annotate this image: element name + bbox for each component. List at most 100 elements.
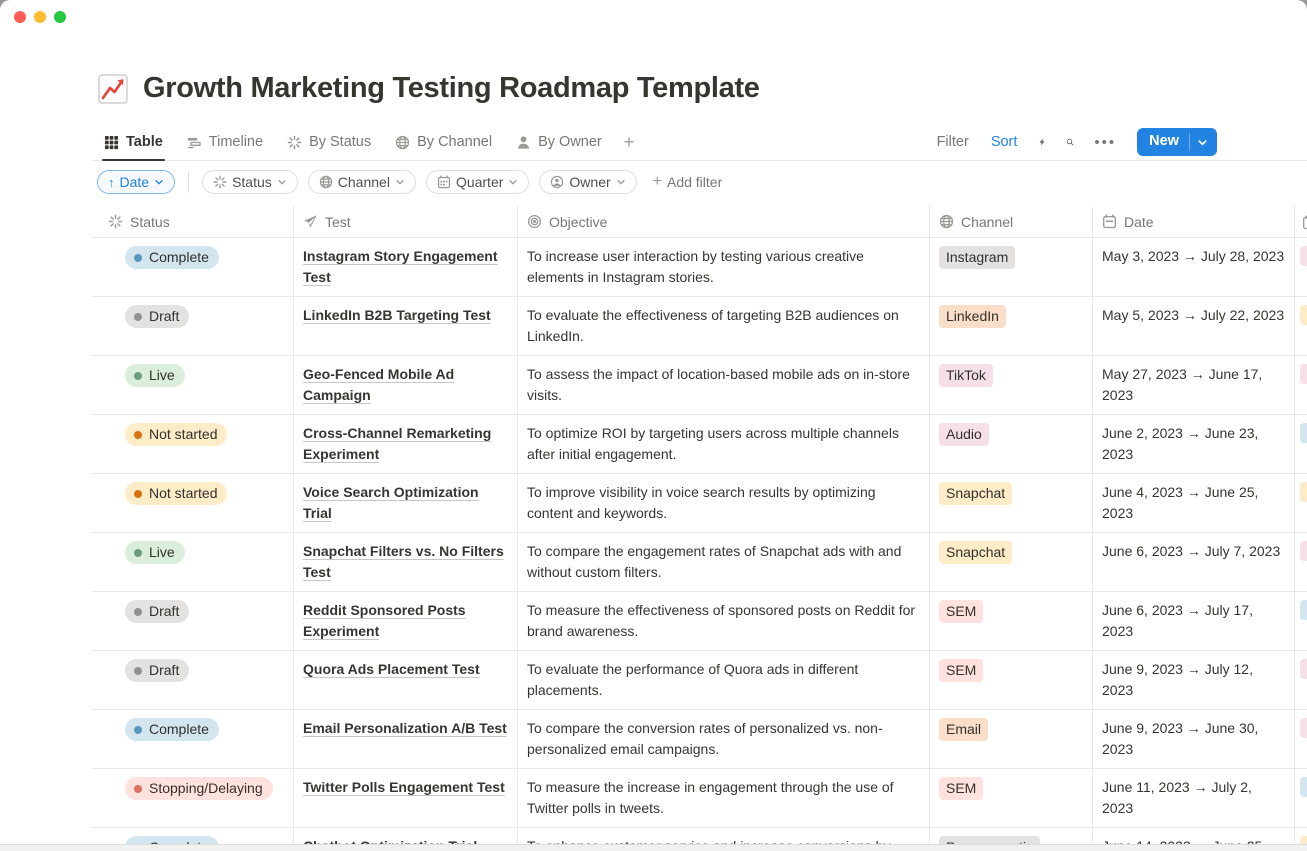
status-badge[interactable]: Not started xyxy=(125,423,227,446)
filter-chip-owner[interactable]: Owner xyxy=(539,170,636,194)
sort-button[interactable]: Sort xyxy=(985,130,1024,154)
chevron-down-icon xyxy=(616,177,626,187)
channel-tag[interactable]: Snapchat xyxy=(939,541,1012,564)
sort-chip-label: Date xyxy=(120,174,150,190)
new-button[interactable]: New xyxy=(1137,128,1217,156)
search-icon[interactable] xyxy=(1061,133,1079,151)
date-range-text: June 9, 2023 → June 30, 2023 xyxy=(1102,720,1258,757)
column-header-label: Test xyxy=(325,214,351,230)
notion-window: Growth Marketing Testing Roadmap Templat… xyxy=(0,0,1307,851)
channel-tag[interactable]: TikTok xyxy=(939,364,993,387)
channel-tag[interactable]: SEM xyxy=(939,600,983,623)
date-range-text: May 3, 2023 → July 28, 2023 xyxy=(1102,248,1284,264)
status-badge[interactable]: Complete xyxy=(125,718,219,741)
filter-bar: ↑ Date Status Channel xyxy=(97,170,728,194)
test-title-link[interactable]: Geo-Fenced Mobile Ad Campaign xyxy=(303,366,454,403)
table-row[interactable]: Complete Email Personalization A/B Test … xyxy=(92,710,1307,769)
channel-tag[interactable]: Audio xyxy=(939,423,989,446)
filter-chip-quarter[interactable]: Quarter xyxy=(426,170,529,194)
table-row[interactable]: Draft Reddit Sponsored Posts Experiment … xyxy=(92,592,1307,651)
page-title: Growth Marketing Testing Roadmap Templat… xyxy=(143,72,760,105)
quarter-tag-partial xyxy=(1300,246,1307,266)
test-title-link[interactable]: LinkedIn B2B Targeting Test xyxy=(303,307,491,323)
status-badge[interactable]: Not started xyxy=(125,482,227,505)
column-header-test[interactable]: Test xyxy=(294,206,518,237)
quarter-tag-partial xyxy=(1300,718,1307,738)
status-badge[interactable]: Draft xyxy=(125,659,189,682)
tab-label: Timeline xyxy=(209,134,263,150)
calendar-icon xyxy=(437,175,451,189)
filter-divider xyxy=(188,171,189,193)
test-title-link[interactable]: Snapchat Filters vs. No Filters Test xyxy=(303,543,504,580)
channel-tag[interactable]: SEM xyxy=(939,777,983,800)
test-title-link[interactable]: Email Personalization A/B Test xyxy=(303,720,507,736)
minimize-window-button[interactable] xyxy=(34,11,46,23)
lightning-icon[interactable] xyxy=(1033,133,1051,151)
objective-text: To measure the increase in engagement th… xyxy=(527,779,894,816)
status-badge[interactable]: Complete xyxy=(125,246,219,269)
chevron-down-icon xyxy=(395,177,405,187)
date-range-text: May 27, 2023 → June 17, 2023 xyxy=(1102,366,1262,403)
table-row[interactable]: Not started Cross-Channel Remarketing Ex… xyxy=(92,415,1307,474)
quarter-tag-partial xyxy=(1300,305,1307,325)
channel-tag[interactable]: Email xyxy=(939,718,988,741)
test-title-link[interactable]: Cross-Channel Remarketing Experiment xyxy=(303,425,491,462)
tab-by-channel[interactable]: By Channel xyxy=(387,124,500,160)
zoom-window-button[interactable] xyxy=(54,11,66,23)
tab-timeline[interactable]: Timeline xyxy=(179,124,271,160)
column-header-label: Date xyxy=(1124,214,1154,230)
tab-by-owner[interactable]: By Owner xyxy=(508,124,610,160)
objective-text: To compare the engagement rates of Snapc… xyxy=(527,543,901,580)
date-range-text: June 4, 2023 → June 25, 2023 xyxy=(1102,484,1258,521)
column-header-status[interactable]: Status xyxy=(92,206,294,237)
status-badge[interactable]: Stopping/Delaying xyxy=(125,777,273,800)
globe-icon xyxy=(319,175,333,189)
objective-text: To evaluate the effectiveness of targeti… xyxy=(527,307,899,344)
table-row[interactable]: Live Geo-Fenced Mobile Ad Campaign To as… xyxy=(92,356,1307,415)
test-title-link[interactable]: Instagram Story Engagement Test xyxy=(303,248,498,285)
test-title-link[interactable]: Reddit Sponsored Posts Experiment xyxy=(303,602,466,639)
date-range-text: June 6, 2023 → July 7, 2023 xyxy=(1102,543,1280,559)
test-title-link[interactable]: Voice Search Optimization Trial xyxy=(303,484,479,521)
column-header-channel[interactable]: Channel xyxy=(930,206,1093,237)
chevron-down-icon xyxy=(508,177,518,187)
table-row[interactable]: Live Snapchat Filters vs. No Filters Tes… xyxy=(92,533,1307,592)
add-filter-button[interactable]: + Add filter xyxy=(647,170,729,194)
column-header-quarter-partial[interactable] xyxy=(1295,206,1307,237)
column-header-date[interactable]: Date xyxy=(1093,206,1295,237)
table-row[interactable]: Draft LinkedIn B2B Targeting Test To eva… xyxy=(92,297,1307,356)
add-view-button[interactable]: + xyxy=(618,132,641,153)
filter-chip-label: Status xyxy=(232,174,272,190)
channel-tag[interactable]: SEM xyxy=(939,659,983,682)
test-title-link[interactable]: Twitter Polls Engagement Test xyxy=(303,779,505,795)
status-dot-icon xyxy=(134,431,142,439)
tab-by-status[interactable]: By Status xyxy=(279,124,379,160)
channel-tag[interactable]: LinkedIn xyxy=(939,305,1006,328)
status-dot-icon xyxy=(134,372,142,380)
timeline-icon xyxy=(187,135,202,150)
filter-chip-channel[interactable]: Channel xyxy=(308,170,416,194)
status-badge[interactable]: Live xyxy=(125,364,185,387)
table-row[interactable]: Complete Instagram Story Engagement Test… xyxy=(92,238,1307,297)
status-badge[interactable]: Draft xyxy=(125,600,189,623)
channel-tag[interactable]: Instagram xyxy=(939,246,1015,269)
filter-button[interactable]: Filter xyxy=(931,130,975,154)
new-dropdown-chevron-icon[interactable] xyxy=(1190,128,1217,156)
close-window-button[interactable] xyxy=(14,11,26,23)
more-ellipsis-icon[interactable]: ••• xyxy=(1089,134,1121,151)
column-header-objective[interactable]: Objective xyxy=(518,206,930,237)
test-title-link[interactable]: Quora Ads Placement Test xyxy=(303,661,480,677)
status-badge[interactable]: Draft xyxy=(125,305,189,328)
channel-tag[interactable]: Snapchat xyxy=(939,482,1012,505)
table-row[interactable]: Stopping/Delaying Twitter Polls Engageme… xyxy=(92,769,1307,828)
filter-chip-status[interactable]: Status xyxy=(202,170,298,194)
tab-label: By Status xyxy=(309,134,371,150)
tab-table[interactable]: Table xyxy=(96,124,171,160)
objective-text: To evaluate the performance of Quora ads… xyxy=(527,661,858,698)
table-row[interactable]: Not started Voice Search Optimization Tr… xyxy=(92,474,1307,533)
table-row[interactable]: Draft Quora Ads Placement Test To evalua… xyxy=(92,651,1307,710)
sort-chip-date[interactable]: ↑ Date xyxy=(97,170,175,194)
column-header-label: Channel xyxy=(961,214,1013,230)
globe-icon xyxy=(395,135,410,150)
status-badge[interactable]: Live xyxy=(125,541,185,564)
